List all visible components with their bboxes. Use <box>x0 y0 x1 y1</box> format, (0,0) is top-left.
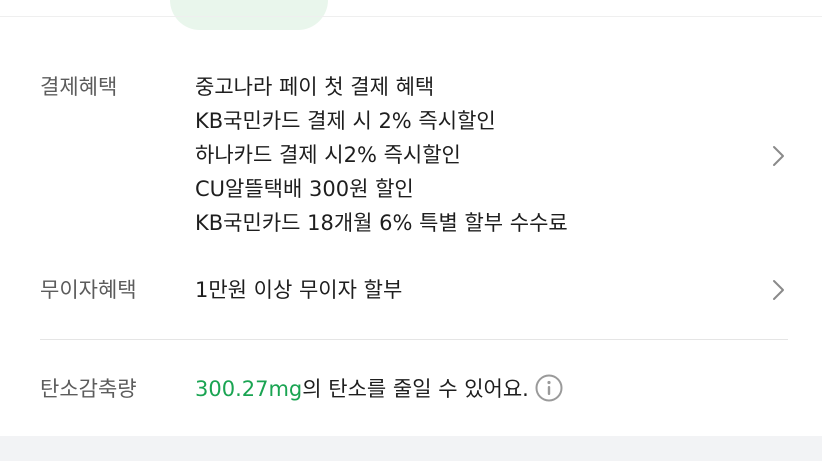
payment-benefits-list: 중고나라 페이 첫 결제 혜택 KB국민카드 결제 시 2% 즉시할인 하나카드… <box>195 70 568 240</box>
payment-benefits-row[interactable]: 결제혜택 중고나라 페이 첫 결제 혜택 KB국민카드 결제 시 2% 즉시할인… <box>40 70 790 242</box>
list-item: 중고나라 페이 첫 결제 혜택 <box>195 75 435 99</box>
info-icon[interactable] <box>535 374 563 402</box>
carbon-reduction-row: 탄소감축량 300.27mg의 탄소를 줄일 수 있어요. <box>40 372 790 406</box>
list-item: KB국민카드 18개월 6% 특별 할부 수수료 <box>195 211 568 235</box>
carbon-reduction-label: 탄소감축량 <box>40 377 137 401</box>
installment-benefits-row[interactable]: 무이자혜택 1만원 이상 무이자 할부 <box>40 273 790 307</box>
installment-benefits-label: 무이자혜택 <box>40 278 137 302</box>
section-divider <box>40 339 788 340</box>
carbon-reduction-text: 300.27mg의 탄소를 줄일 수 있어요. <box>195 372 563 406</box>
payment-benefits-label: 결제혜택 <box>40 75 118 99</box>
installment-benefits-text: 1만원 이상 무이자 할부 <box>195 278 403 302</box>
top-tab-pill[interactable] <box>170 0 328 30</box>
chevron-right-icon[interactable] <box>766 278 790 302</box>
list-item: KB국민카드 결제 시 2% 즉시할인 <box>195 109 496 133</box>
top-divider <box>0 16 822 17</box>
chevron-right-icon[interactable] <box>766 144 790 168</box>
list-item: 하나카드 결제 시2% 즉시할인 <box>195 143 461 167</box>
carbon-suffix: 의 탄소를 줄일 수 있어요. <box>302 377 529 401</box>
bottom-band <box>0 436 822 461</box>
benefits-panel: 결제혜택 중고나라 페이 첫 결제 혜택 KB국민카드 결제 시 2% 즉시할인… <box>0 0 822 461</box>
list-item: CU알뜰택배 300원 할인 <box>195 177 414 201</box>
carbon-amount: 300.27mg <box>195 377 303 401</box>
